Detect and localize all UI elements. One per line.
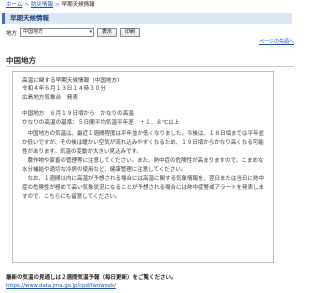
footer-note: 最新の気温の見通しは２週間気温予報（毎日更新）をご覧ください。 xyxy=(6,275,177,281)
report-summary-line: 中国地方 ６月１９日頃から かなりの高温 xyxy=(22,111,134,117)
breadcrumb-current: 早期天候情報 xyxy=(61,2,95,8)
section-divider xyxy=(6,66,294,67)
page-top-link[interactable]: ページの先頭へ xyxy=(259,38,294,45)
section-title: 中国地方 xyxy=(6,56,36,65)
report-panel: 高温に関する早期天候情報（中国地方） 令和４年６月１３日１４時３０分 広島地方気… xyxy=(12,71,274,263)
breadcrumb-separator: > xyxy=(54,2,60,8)
breadcrumb-separator: > xyxy=(24,2,29,8)
region-selected-value: 中国地方 xyxy=(23,29,44,35)
report-issuer: 広島地方気象台 発表 xyxy=(22,95,78,101)
two-week-forecast-link[interactable]: https://www.data.jma.go.jp/cpd/twoweek/ xyxy=(6,283,116,289)
page-title: 早期天候情報 xyxy=(10,14,49,22)
breadcrumb: ホーム > 防災情報 > 早期天候情報 xyxy=(6,0,95,10)
page-title-bar: 早期天候情報 xyxy=(2,13,292,24)
region-select[interactable]: 中国地方 ▾ xyxy=(20,28,95,37)
breadcrumb-home-link[interactable]: ホーム xyxy=(6,2,22,8)
report-summary-criteria: かなりの高温の基準：５日間平均気温平年差 ＋１．８℃以上 xyxy=(22,120,180,126)
chevron-down-icon: ▾ xyxy=(89,29,93,35)
region-label: 地方 xyxy=(6,30,18,37)
print-button[interactable]: 印刷 xyxy=(120,28,141,37)
show-button[interactable]: 表示 xyxy=(97,28,118,37)
report-body: 中国地方の気温は、最近１週間程度は平年並か低くなりました。今後は、１８日頃までは… xyxy=(22,131,265,200)
region-selector-row: 地方 中国地方 ▾ 表示 印刷 xyxy=(6,27,141,38)
report-datetime: 令和４年６月１３日１４時３０分 xyxy=(22,86,106,92)
breadcrumb-disaster-link[interactable]: 防災情報 xyxy=(31,2,53,8)
report-heading: 高温に関する早期天候情報（中国地方） xyxy=(22,78,123,84)
